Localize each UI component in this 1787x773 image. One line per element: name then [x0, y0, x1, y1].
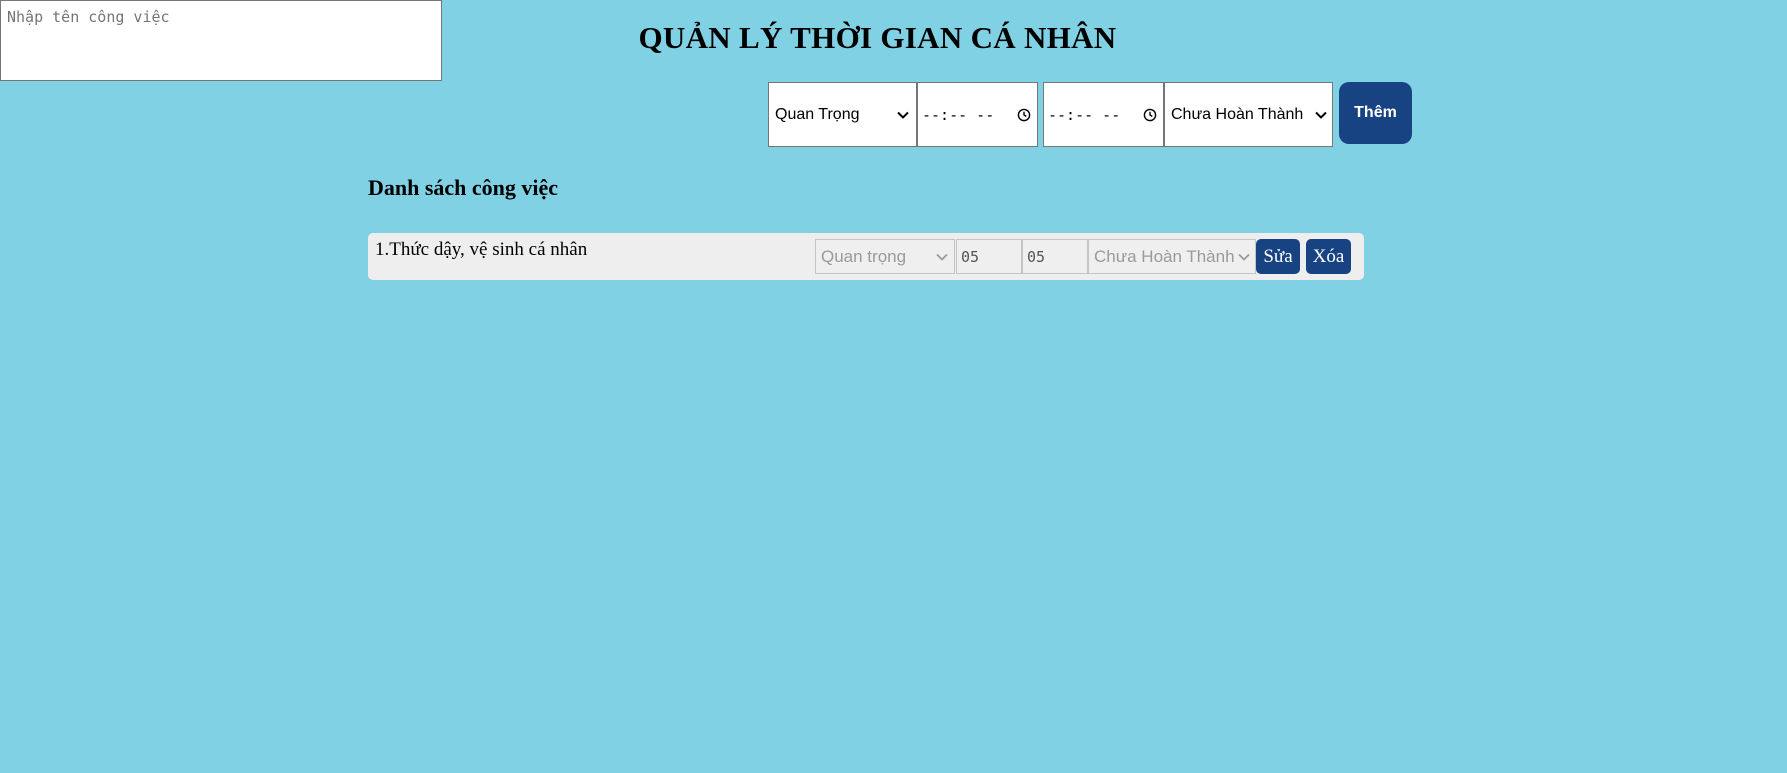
- priority-select[interactable]: Quan Trọng: [768, 82, 917, 147]
- add-button[interactable]: Thêm: [1339, 82, 1412, 144]
- task-status-select[interactable]: Chưa Hoàn Thành: [1088, 239, 1256, 274]
- task-end-time[interactable]: 05: [1022, 239, 1088, 274]
- start-time-input[interactable]: --:-- --: [917, 82, 1038, 147]
- task-end-value: 05: [1027, 247, 1046, 266]
- page-title: QUẢN LÝ THỜI GIAN CÁ NHÂN: [638, 20, 1117, 55]
- clock-icon[interactable]: [1017, 108, 1031, 122]
- status-select-value: Chưa Hoàn Thành: [1171, 105, 1304, 123]
- task-status-value: Chưa Hoàn Thành: [1094, 246, 1235, 266]
- task-priority-select[interactable]: Quan trọng: [815, 239, 955, 274]
- priority-select-value: Quan Trọng: [775, 105, 860, 123]
- chevron-down-icon: [936, 253, 948, 261]
- clock-icon[interactable]: [1143, 108, 1157, 122]
- task-row-text: 1.Thức dậy, vệ sinh cá nhân: [375, 239, 588, 260]
- task-list-title: Danh sách công việc: [368, 175, 559, 200]
- status-select[interactable]: Chưa Hoàn Thành: [1164, 82, 1333, 147]
- end-time-input[interactable]: --:-- --: [1043, 82, 1164, 147]
- task-row: 1.Thức dậy, vệ sinh cá nhân Quan trọng 0…: [368, 233, 1364, 280]
- edit-button[interactable]: Sửa: [1256, 239, 1300, 274]
- start-time-value: --:-- --: [922, 105, 995, 124]
- task-start-value: 05: [961, 247, 980, 266]
- delete-button[interactable]: Xóa: [1306, 239, 1351, 274]
- chevron-down-icon: [897, 111, 909, 119]
- chevron-down-icon: [1238, 253, 1250, 261]
- end-time-value: --:-- --: [1048, 105, 1121, 124]
- chevron-down-icon: [1315, 111, 1327, 119]
- task-start-time[interactable]: 05: [956, 239, 1022, 274]
- task-priority-value: Quan trọng: [821, 246, 907, 266]
